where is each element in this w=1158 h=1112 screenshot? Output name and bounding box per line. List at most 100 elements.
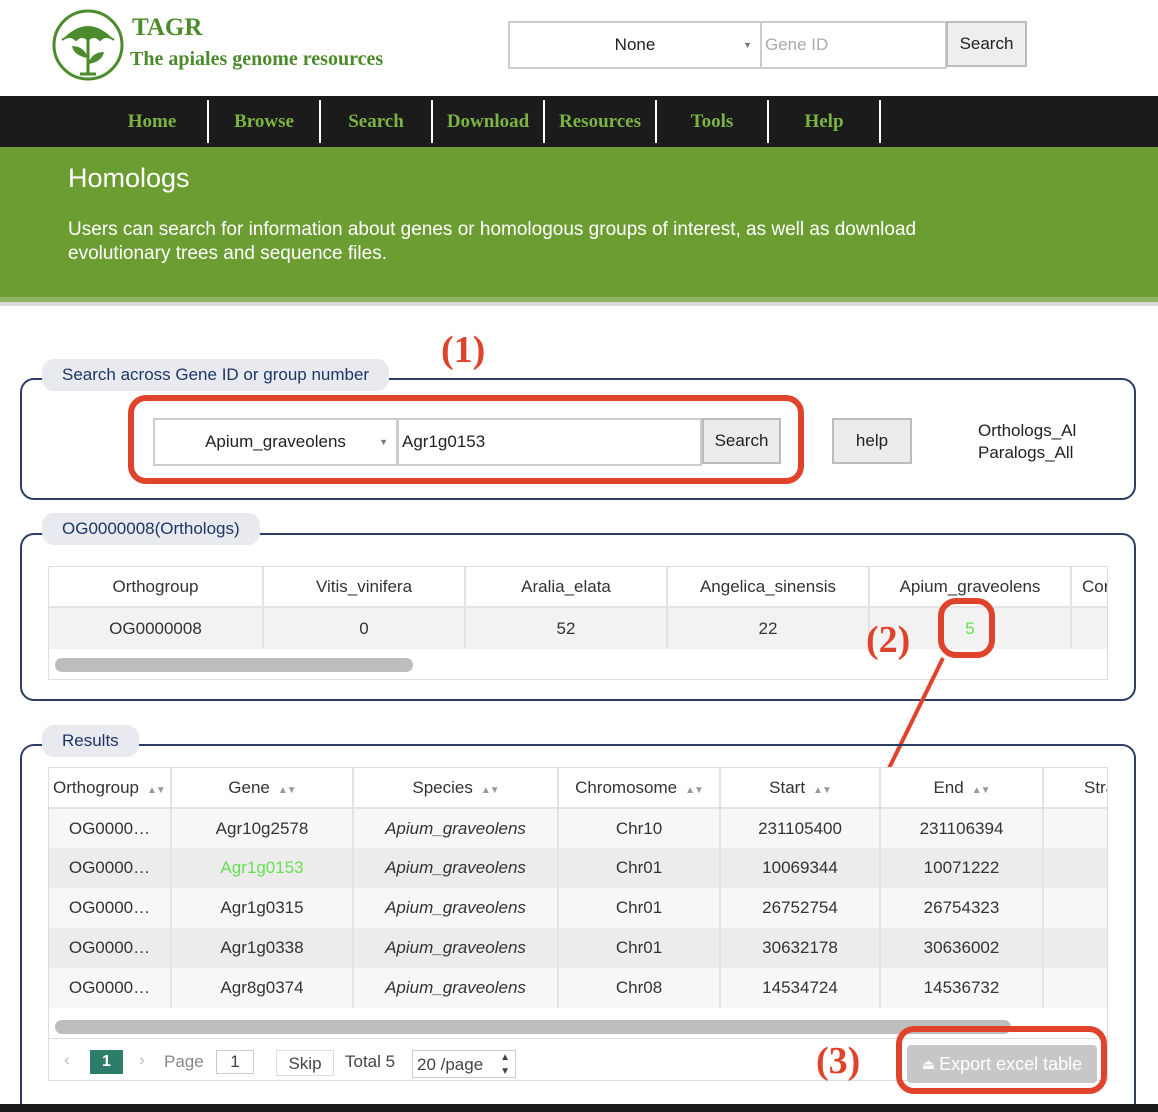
og-header-coriandrum: Coriandrum_sativum — [1071, 567, 1107, 608]
per-page-value: 20 /page — [417, 1055, 484, 1074]
cell-chromosome: Chr01 — [558, 888, 721, 928]
annotation-box-2 — [938, 598, 995, 658]
search-button[interactable]: Search — [702, 418, 781, 464]
cell-chromosome: Chr01 — [558, 928, 721, 968]
logo-icon — [52, 8, 124, 82]
cell-gene[interactable]: Agr8g0374 — [171, 968, 354, 1008]
cell-gene[interactable]: Agr1g0338 — [171, 928, 354, 968]
sort-icon: ▲▼ — [813, 784, 832, 796]
total-count: Total 5 — [345, 1052, 396, 1071]
page-title: Homologs — [68, 163, 190, 193]
og-horizontal-scrollbar[interactable] — [55, 658, 413, 672]
header-label: Chromosome — [575, 777, 678, 797]
nav-download[interactable]: Download — [433, 100, 545, 143]
cell-gene[interactable]: Agr10g2578 — [171, 808, 354, 848]
results-horizontal-scrollbar[interactable] — [55, 1020, 1011, 1034]
cell-end: 14536732 — [880, 968, 1044, 1008]
og-cell-coriandrum — [1071, 607, 1107, 649]
cell-gene-highlighted[interactable]: Agr1g0153 — [171, 848, 354, 888]
orthologs-all-link[interactable]: Orthologs_All — [978, 420, 1076, 442]
annotation-label-1: (1) — [441, 329, 486, 371]
results-header-orthogroup[interactable]: Orthogroup ▲▼ — [49, 768, 172, 809]
results-panel-legend: Results — [42, 725, 139, 757]
results-header-start[interactable]: Start ▲▼ — [720, 768, 881, 809]
prev-page-button[interactable]: ‹ — [64, 1050, 70, 1070]
cell-gene[interactable]: Agr1g0315 — [171, 888, 354, 928]
cell-species: Apium_graveolens — [353, 928, 559, 968]
top-search-button[interactable]: Search — [946, 21, 1027, 67]
search-gene-input[interactable]: Agr1g0153 — [397, 418, 702, 466]
og-header-angelica: Angelica_sinensis — [667, 567, 870, 608]
sort-icon: ▲▼ — [685, 784, 704, 796]
search-species-select[interactable]: Apium_graveolens ▼ — [153, 418, 398, 466]
export-excel-button[interactable]: ⏏ Export excel table — [907, 1045, 1097, 1083]
og-header-vitis: Vitis_vinifera — [263, 567, 466, 608]
results-header-species[interactable]: Species ▲▼ — [353, 768, 559, 809]
nav-resources[interactable]: Resources — [545, 100, 657, 143]
nav-tools[interactable]: Tools — [657, 100, 769, 143]
results-header-end[interactable]: End ▲▼ — [880, 768, 1044, 809]
orthogroup-panel-legend: OG0000008(Orthologs) — [42, 513, 260, 545]
table-row: OG0000… Agr8g0374 Apium_graveolens Chr08… — [49, 968, 1107, 1008]
sort-icon: ▲▼ — [971, 784, 991, 796]
table-row: OG0000… Agr1g0338 Apium_graveolens Chr01… — [49, 928, 1107, 968]
next-page-button[interactable]: › — [139, 1050, 145, 1070]
sort-icon: ▲▼ — [147, 784, 166, 796]
header-label: End — [933, 777, 964, 797]
cell-start: 14534724 — [720, 968, 881, 1008]
search-species-value: Apium_graveolens — [205, 432, 346, 451]
page-label: Page — [164, 1052, 204, 1071]
species-select[interactable]: None ▼ — [508, 21, 762, 69]
cell-start: 10069344 — [720, 848, 881, 888]
export-label: Export excel table — [939, 1053, 1083, 1074]
chevron-down-icon: ▼ — [743, 40, 752, 50]
nav-help[interactable]: Help — [769, 100, 881, 143]
chevron-down-icon: ▼ — [379, 437, 388, 447]
cell-chromosome: Chr01 — [558, 848, 721, 888]
cell-chromosome: Chr10 — [558, 808, 721, 848]
cell-strand — [1043, 808, 1107, 848]
og-cell-orthogroup: OG0000008 — [49, 607, 264, 649]
sort-icon: ▲▼ — [277, 784, 297, 796]
per-page-select[interactable]: 20 /page ▲ ▼ — [412, 1050, 516, 1078]
header-label: Gene — [228, 777, 270, 797]
cell-strand — [1043, 928, 1107, 968]
cell-orthogroup: OG0000… — [49, 808, 172, 848]
page-input[interactable]: 1 — [216, 1050, 254, 1074]
paralogs-all-link[interactable]: Paralogs_All — [978, 442, 1076, 464]
help-button[interactable]: help — [832, 418, 912, 464]
cell-strand — [1043, 888, 1107, 928]
table-row: OG0000… Agr1g0315 Apium_graveolens Chr01… — [49, 888, 1107, 928]
page-description: Users can search for information about g… — [68, 219, 917, 264]
header-label: Species — [412, 777, 473, 797]
footer-bar — [0, 1104, 1158, 1112]
results-header-gene[interactable]: Gene ▲▼ — [171, 768, 354, 809]
site-subtitle: The apiales genome resources — [130, 48, 384, 70]
og-cell-vitis: 0 — [263, 607, 466, 649]
og-header-orthogroup: Orthogroup — [49, 567, 264, 608]
cell-strand — [1043, 848, 1107, 888]
cell-species: Apium_graveolens — [353, 848, 559, 888]
results-header-chromosome[interactable]: Chromosome ▲▼ — [558, 768, 721, 809]
nav-browse[interactable]: Browse — [209, 100, 321, 143]
cell-start: 26752754 — [720, 888, 881, 928]
skip-button[interactable]: Skip — [276, 1050, 334, 1076]
divider — [0, 302, 1158, 306]
nav-home[interactable]: Home — [97, 100, 209, 143]
current-page[interactable]: 1 — [90, 1050, 123, 1074]
species-select-value: None — [614, 35, 656, 54]
nav-search[interactable]: Search — [321, 100, 433, 143]
cell-species: Apium_graveolens — [353, 968, 559, 1008]
export-icon: ⏏ — [921, 1055, 936, 1072]
results-header-strand[interactable]: Strand — [1043, 768, 1107, 809]
header-label: Orthogroup — [53, 777, 139, 797]
annotation-label-3: (3) — [816, 1040, 861, 1082]
sort-icon: ▲▼ — [480, 784, 500, 796]
cell-end: 30636002 — [880, 928, 1044, 968]
cell-species: Apium_graveolens — [353, 808, 559, 848]
gene-id-input[interactable]: Gene ID — [762, 21, 947, 69]
og-cell-angelica: 22 — [667, 607, 870, 649]
cell-chromosome: Chr08 — [558, 968, 721, 1008]
cell-orthogroup: OG0000… — [49, 888, 172, 928]
site-title: TAGR — [132, 14, 203, 41]
